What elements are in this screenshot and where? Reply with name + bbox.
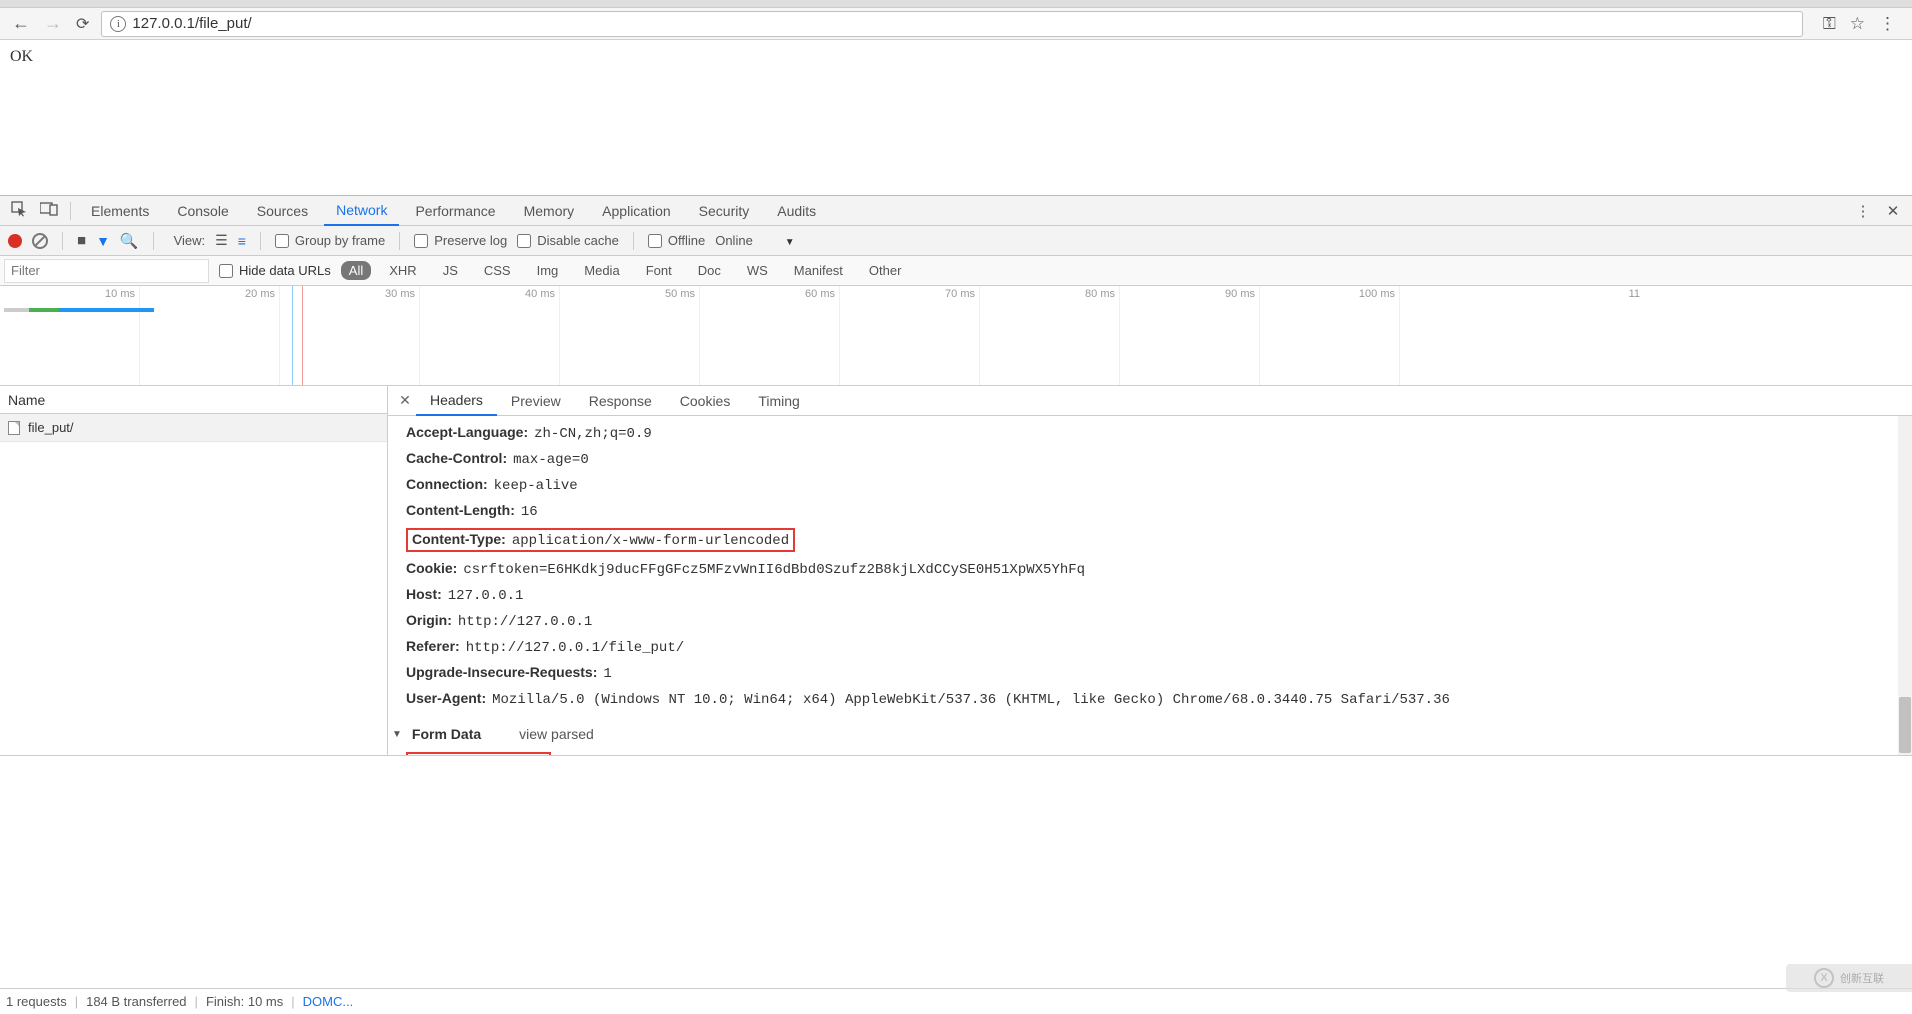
header-cache-control: Cache-Control:max-age=0 <box>406 446 1912 472</box>
close-details-icon[interactable]: ✕ <box>394 392 416 409</box>
tab-sources[interactable]: Sources <box>245 197 320 225</box>
page-response-text: OK <box>10 48 33 65</box>
bookmark-star-icon[interactable]: ☆ <box>1850 14 1865 34</box>
view-waterfall-icon[interactable]: ≡ <box>238 233 246 249</box>
tab-audits[interactable]: Audits <box>765 197 828 225</box>
filter-type-css[interactable]: CSS <box>476 261 519 280</box>
view-list-icon[interactable]: ☰ <box>215 232 228 249</box>
url-input[interactable]: i 127.0.0.1/file_put/ <box>101 11 1802 37</box>
watermark-logo-icon: X <box>1814 968 1834 988</box>
form-data-raw: user=123&pwd=123 <box>406 752 551 755</box>
clear-button[interactable] <box>32 233 48 249</box>
reload-button[interactable]: ⟳ <box>76 14 89 34</box>
tab-security[interactable]: Security <box>687 197 762 225</box>
site-info-icon[interactable]: i <box>110 16 126 32</box>
filter-type-media[interactable]: Media <box>576 261 627 280</box>
request-name: file_put/ <box>28 420 74 435</box>
browser-tabstrip <box>0 0 1912 8</box>
header-content-length: Content-Length:16 <box>406 498 1912 524</box>
tab-performance[interactable]: Performance <box>403 197 507 225</box>
hide-data-urls-checkbox[interactable]: Hide data URLs <box>219 263 331 278</box>
key-icon[interactable]: ⚿ <box>1823 14 1836 34</box>
disable-cache-checkbox[interactable]: Disable cache <box>517 233 619 248</box>
chrome-menu-icon[interactable]: ⋮ <box>1879 14 1896 34</box>
page-content: OK <box>0 40 1912 195</box>
request-list: Name file_put/ <box>0 386 388 755</box>
status-domcontentloaded: DOMC... <box>303 994 354 1009</box>
throttling-select[interactable]: Online▼ <box>715 233 794 248</box>
filter-type-doc[interactable]: Doc <box>690 261 729 280</box>
header-user-agent: User-Agent:Mozilla/5.0 (Windows NT 10.0;… <box>406 686 1912 712</box>
address-bar: ← → ⟳ i 127.0.0.1/file_put/ ⚿ ☆ ⋮ <box>0 8 1912 40</box>
devtools-close-icon[interactable]: ✕ <box>1880 202 1906 220</box>
devtools-panel: Elements Console Sources Network Perform… <box>0 195 1912 756</box>
document-icon <box>8 421 20 435</box>
device-toolbar-icon[interactable] <box>36 202 62 220</box>
filter-type-all[interactable]: All <box>341 261 371 280</box>
chevron-down-icon: ▼ <box>392 729 402 740</box>
timeline-overview[interactable]: 10 ms 20 ms 30 ms 40 ms 50 ms 60 ms 70 m… <box>0 286 1912 386</box>
devtools-menu-icon[interactable]: ⋮ <box>1850 202 1876 220</box>
header-host: Host:127.0.0.1 <box>406 582 1912 608</box>
url-text: 127.0.0.1/file_put/ <box>132 15 251 32</box>
tab-elements[interactable]: Elements <box>79 197 161 225</box>
filter-type-font[interactable]: Font <box>638 261 680 280</box>
request-details: ✕ Headers Preview Response Cookies Timin… <box>388 386 1912 755</box>
filter-input[interactable] <box>4 259 209 283</box>
request-row[interactable]: file_put/ <box>0 414 387 442</box>
network-toolbar: ■ ▼ 🔍 View: ☰ ≡ Group by frame Preserve … <box>0 226 1912 256</box>
tab-application[interactable]: Application <box>590 197 683 225</box>
header-content-type: Content-Type:application/x-www-form-urle… <box>406 524 1912 556</box>
status-requests: 1 requests <box>6 994 67 1009</box>
group-by-frame-checkbox[interactable]: Group by frame <box>275 233 385 248</box>
headers-body[interactable]: Accept-Language:zh-CN,zh;q=0.9 Cache-Con… <box>388 416 1912 755</box>
header-connection: Connection:keep-alive <box>406 472 1912 498</box>
forward-button[interactable]: → <box>44 13 62 34</box>
tab-network[interactable]: Network <box>324 196 399 226</box>
filter-type-xhr[interactable]: XHR <box>381 261 424 280</box>
detail-tab-headers[interactable]: Headers <box>416 386 497 416</box>
back-button[interactable]: ← <box>12 13 30 34</box>
offline-checkbox[interactable]: Offline <box>648 233 705 248</box>
tab-memory[interactable]: Memory <box>512 197 587 225</box>
devtools-tabbar: Elements Console Sources Network Perform… <box>0 196 1912 226</box>
status-transferred: 184 B transferred <box>86 994 186 1009</box>
filter-toggle-icon[interactable]: ▼ <box>96 233 110 249</box>
status-finish: Finish: 10 ms <box>206 994 283 1009</box>
filter-type-manifest[interactable]: Manifest <box>786 261 851 280</box>
scrollbar[interactable] <box>1898 416 1912 755</box>
header-referer: Referer:http://127.0.0.1/file_put/ <box>406 634 1912 660</box>
preserve-log-checkbox[interactable]: Preserve log <box>414 233 507 248</box>
watermark: X 创新互联 <box>1786 964 1912 992</box>
request-list-header[interactable]: Name <box>0 386 387 414</box>
filter-type-ws[interactable]: WS <box>739 261 776 280</box>
filter-bar: Hide data URLs All XHR JS CSS Img Media … <box>0 256 1912 286</box>
filter-type-js[interactable]: JS <box>435 261 466 280</box>
detail-tab-preview[interactable]: Preview <box>497 387 575 415</box>
record-button[interactable] <box>8 234 22 248</box>
search-icon[interactable]: 🔍 <box>120 232 139 250</box>
filter-type-img[interactable]: Img <box>529 261 567 280</box>
header-origin: Origin:http://127.0.0.1 <box>406 608 1912 634</box>
view-label: View: <box>174 233 206 248</box>
form-data-section[interactable]: ▼ Form Data view parsed <box>392 712 1912 746</box>
header-accept-language: Accept-Language:zh-CN,zh;q=0.9 <box>406 420 1912 446</box>
detail-tab-response[interactable]: Response <box>575 387 666 415</box>
detail-tab-cookies[interactable]: Cookies <box>666 387 745 415</box>
inspect-element-icon[interactable] <box>6 201 32 221</box>
view-parsed-link[interactable]: view parsed <box>519 726 594 742</box>
header-cookie: Cookie:csrftoken=E6HKdkj9ducFFgGFcz5MFzv… <box>406 556 1912 582</box>
status-bar: 1 requests | 184 B transferred | Finish:… <box>0 988 1912 1014</box>
tab-console[interactable]: Console <box>165 197 240 225</box>
filter-type-other[interactable]: Other <box>861 261 910 280</box>
screenshot-icon[interactable]: ■ <box>77 232 86 249</box>
header-upgrade-insecure: Upgrade-Insecure-Requests:1 <box>406 660 1912 686</box>
detail-tab-timing[interactable]: Timing <box>744 387 814 415</box>
